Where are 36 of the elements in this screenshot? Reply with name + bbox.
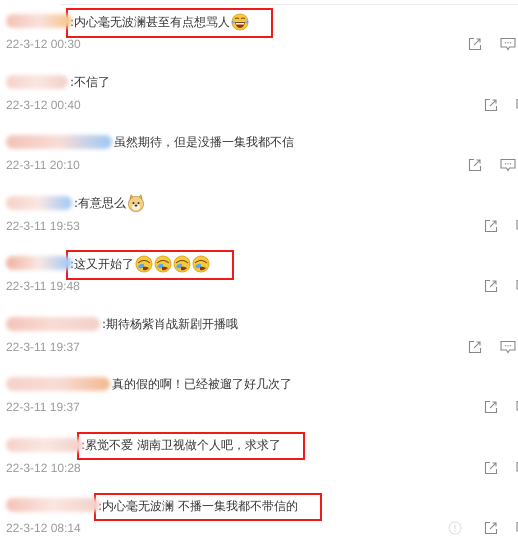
comment-time: 22-3-11 19:37 [6,340,80,354]
share-icon[interactable] [484,400,498,414]
comment-text: 真的假的啊！已经被遛了好几次了 [112,376,292,392]
comment-text: :累觉不爱 湖南卫视做个人吧，求求了 [81,437,281,453]
comment-time: 22-3-11 19:53 [6,218,80,232]
laughing-face-icon [231,12,250,30]
share-icon[interactable] [468,158,482,172]
comment-time: 22-3-12 00:30 [6,37,81,51]
comment-text: :内心毫无波澜甚至有点想骂人 [70,14,230,30]
share-icon[interactable] [484,218,498,232]
comment-text: :不信了 [70,74,110,90]
face-covering-icon [154,254,172,272]
share-icon[interactable] [484,460,498,474]
comment-time: 22-3-11 19:48 [6,279,80,293]
comment-text: :期待杨紫肖战新剧开播哦 [102,316,238,332]
dog-face-icon [127,194,146,212]
share-icon[interactable] [484,279,498,293]
comment-icon[interactable] [500,340,516,354]
face-covering-icon [135,254,154,272]
comment-time: 22-3-12 08:14 [6,521,81,535]
comment-time: 22-3-12 10:28 [6,460,81,474]
comment-icon[interactable] [500,158,516,172]
share-icon[interactable] [484,98,498,112]
comment-icon[interactable] [500,37,516,51]
share-icon[interactable] [468,37,482,51]
share-icon[interactable] [468,340,482,354]
comment-text: :内心毫无波澜 不播一集我都不带信的 [98,498,298,514]
face-covering-icon [192,254,210,272]
comment-text: 虽然期待，但是没播一集我都不信 [114,134,294,150]
comment-time: 22-3-11 19:37 [6,400,80,414]
comment-time: 22-3-12 00:40 [6,98,81,112]
comment-time: 22-3-11 20:10 [6,158,80,172]
face-covering-icon [173,254,192,272]
share-icon[interactable] [484,521,498,535]
comment-text: :有意思么 [74,194,126,210]
comment-text: :这又开始了 [70,256,134,272]
